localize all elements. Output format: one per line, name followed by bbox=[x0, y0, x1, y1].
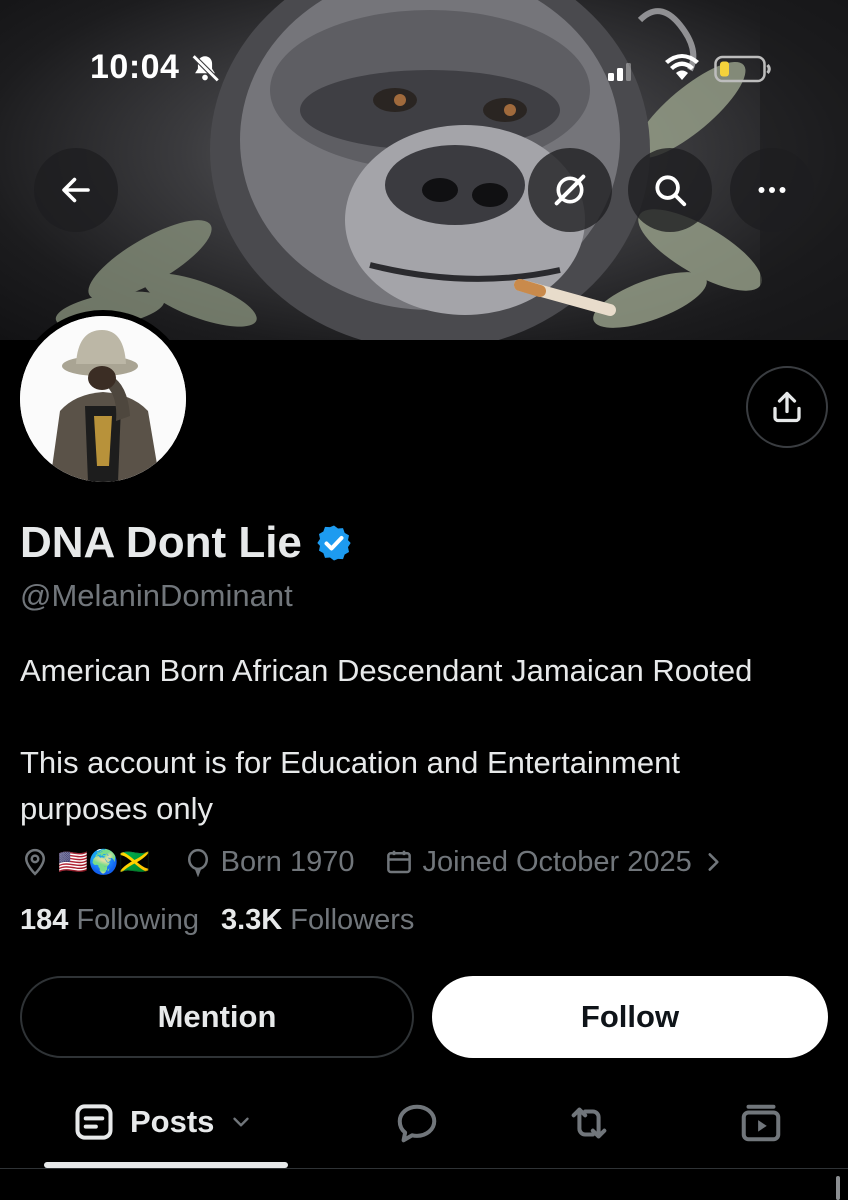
share-icon bbox=[773, 391, 801, 423]
bell-slash-icon bbox=[191, 54, 220, 83]
posts-icon bbox=[75, 1104, 113, 1140]
tab-posts[interactable]: Posts bbox=[72, 1100, 254, 1144]
cellular-signal-icon bbox=[608, 63, 631, 81]
share-profile-button[interactable] bbox=[746, 366, 828, 448]
followers-label: Followers bbox=[290, 904, 415, 936]
mention-button[interactable]: Mention bbox=[20, 976, 414, 1058]
search-icon bbox=[655, 175, 687, 207]
verified-badge-icon[interactable] bbox=[314, 523, 354, 563]
display-name-row: DNA Dont Lie bbox=[20, 518, 354, 568]
profile-banner[interactable]: 10:04 bbox=[0, 0, 848, 340]
chevron-right-icon bbox=[708, 853, 719, 871]
profile-meta: 🇺🇸🌍🇯🇲 Born 1970 Joined October 2025 bbox=[20, 842, 726, 882]
following-link[interactable]: 184 Following bbox=[20, 904, 199, 937]
tabs-divider bbox=[0, 1168, 848, 1169]
bio: American Born African Descendant Jamaica… bbox=[20, 648, 830, 832]
profile-tabs: Posts bbox=[0, 1090, 848, 1170]
joined-date[interactable]: Joined October 2025 bbox=[384, 846, 725, 879]
more-horizontal-icon bbox=[758, 187, 786, 193]
back-button[interactable] bbox=[34, 148, 118, 232]
replies-icon[interactable] bbox=[394, 1100, 440, 1146]
battery-low-icon bbox=[714, 55, 771, 83]
joined-text: Joined October 2025 bbox=[422, 845, 692, 878]
calendar-icon bbox=[387, 850, 412, 874]
birth-text: Born 1970 bbox=[220, 845, 355, 878]
followers-count: 3.3K bbox=[220, 904, 283, 936]
followers-link[interactable]: 3.3K Followers bbox=[221, 904, 414, 937]
reposts-icon[interactable] bbox=[566, 1100, 612, 1146]
chevron-down-icon[interactable] bbox=[228, 1109, 254, 1135]
search-button[interactable] bbox=[628, 148, 712, 232]
location: 🇺🇸🌍🇯🇲 bbox=[20, 847, 151, 877]
more-options-button[interactable] bbox=[730, 148, 814, 232]
status-time: 10:04 bbox=[90, 48, 180, 86]
grok-button[interactable] bbox=[528, 148, 612, 232]
location-pin-icon bbox=[24, 848, 46, 876]
avatar-photo bbox=[20, 316, 186, 482]
follow-stats: 184 Following 3.3K Followers bbox=[20, 904, 414, 937]
wifi-icon bbox=[665, 54, 699, 80]
display-name: DNA Dont Lie bbox=[20, 518, 302, 567]
follow-button[interactable]: Follow bbox=[432, 976, 828, 1058]
bio-line: American Born African Descendant Jamaica… bbox=[20, 653, 753, 688]
tab-posts-label: Posts bbox=[130, 1104, 215, 1139]
arrow-left-icon bbox=[62, 177, 90, 203]
grok-icon bbox=[554, 174, 586, 206]
media-icon[interactable] bbox=[738, 1100, 784, 1146]
handle: @MelaninDominant bbox=[20, 578, 293, 613]
location-flags: 🇺🇸🌍🇯🇲 bbox=[58, 848, 151, 876]
scrollbar[interactable] bbox=[836, 1176, 840, 1200]
following-count: 184 bbox=[20, 904, 69, 936]
avatar[interactable] bbox=[14, 310, 192, 488]
following-label: Following bbox=[76, 904, 199, 936]
bio-line: This account is for Education and Entert… bbox=[20, 745, 680, 826]
birth-date: Born 1970 bbox=[183, 845, 355, 879]
balloon-icon bbox=[187, 848, 208, 877]
